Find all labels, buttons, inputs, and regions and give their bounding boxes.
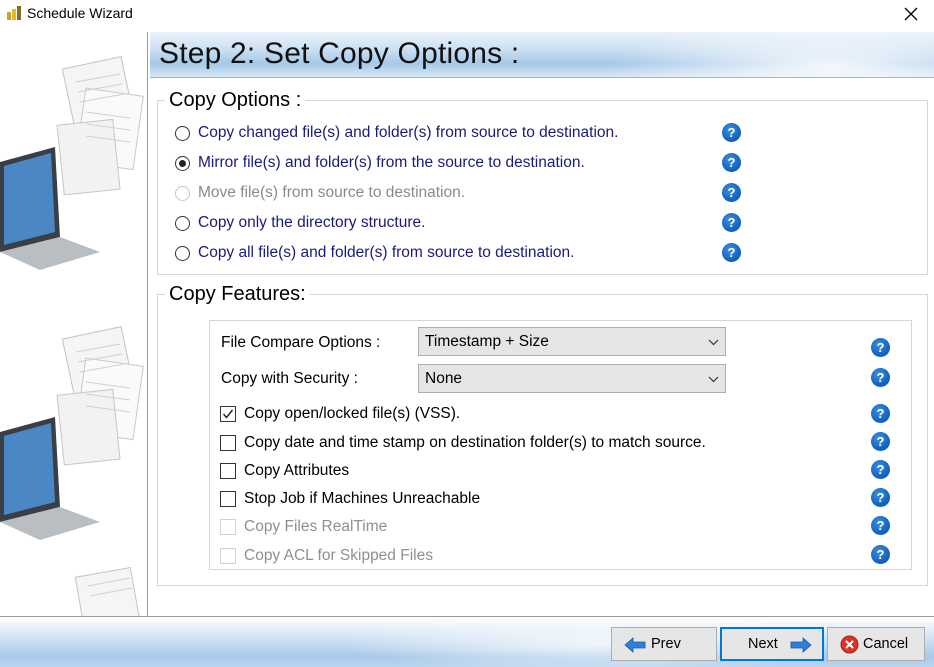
help-icon[interactable]: ? — [722, 123, 741, 142]
radio-label: Copy only the directory structure. — [198, 214, 426, 231]
wizard-wand-icon — [7, 6, 21, 20]
checkbox[interactable] — [220, 463, 236, 479]
checkbox-label: Copy date and time stamp on destination … — [244, 434, 706, 451]
next-label: Next — [748, 636, 778, 652]
help-icon[interactable]: ? — [871, 545, 890, 564]
cancel-icon — [840, 635, 859, 654]
chevron-down-icon — [708, 376, 719, 383]
check-copy-attributes[interactable]: Copy Attributes — [220, 461, 349, 481]
checkbox-label: Copy Attributes — [244, 462, 350, 479]
help-icon[interactable]: ? — [871, 488, 890, 507]
help-icon[interactable]: ? — [722, 243, 741, 262]
step-header: Step 2: Set Copy Options : — [150, 32, 934, 78]
help-icon[interactable]: ? — [871, 460, 890, 479]
security-label: Copy with Security : — [221, 370, 358, 387]
arrow-left-icon — [624, 637, 646, 653]
title-bar: Schedule Wizard — [0, 0, 934, 28]
checkmark-icon — [222, 409, 234, 419]
wizard-side-image — [0, 32, 148, 616]
laptop-illustration — [0, 326, 144, 540]
security-select[interactable]: None — [418, 364, 726, 393]
checkbox-label: Copy ACL for Skipped Files — [244, 547, 433, 564]
radio-label: Copy changed file(s) and folder(s) from … — [198, 124, 619, 141]
close-button[interactable] — [888, 0, 934, 28]
checkbox[interactable] — [220, 435, 236, 451]
close-icon — [904, 7, 918, 21]
checkbox[interactable] — [220, 491, 236, 507]
checkbox-checked[interactable] — [220, 406, 236, 422]
help-icon[interactable]: ? — [722, 153, 741, 172]
radio-label: Mirror file(s) and folder(s) from the so… — [198, 154, 585, 171]
chevron-down-icon — [708, 339, 719, 346]
radio-label: Move file(s) from source to destination. — [198, 184, 466, 201]
radio-directory-structure[interactable]: Copy only the directory structure. — [175, 212, 425, 234]
help-icon[interactable]: ? — [722, 213, 741, 232]
checkbox-disabled — [220, 519, 236, 535]
check-stop-job[interactable]: Stop Job if Machines Unreachable — [220, 489, 480, 509]
file-compare-select[interactable]: Timestamp + Size — [418, 327, 726, 356]
help-icon[interactable]: ? — [871, 338, 890, 357]
page-title: Step 2: Set Copy Options : — [159, 37, 520, 70]
radio-button[interactable] — [175, 245, 190, 261]
radio-button[interactable] — [175, 125, 190, 141]
security-value: None — [425, 370, 463, 387]
check-copy-open-locked[interactable]: Copy open/locked file(s) (VSS). — [220, 404, 460, 424]
copy-options-legend: Copy Options : — [165, 89, 306, 112]
radio-button[interactable] — [175, 215, 190, 231]
file-compare-value: Timestamp + Size — [425, 333, 549, 350]
file-compare-label: File Compare Options : — [221, 334, 381, 351]
paper-stack-illustration — [74, 567, 142, 616]
laptop-illustration — [0, 56, 144, 270]
help-icon[interactable]: ? — [722, 183, 741, 202]
checkbox-disabled — [220, 548, 236, 564]
cancel-label: Cancel — [863, 636, 909, 652]
cancel-button[interactable]: Cancel — [827, 627, 925, 661]
help-icon[interactable]: ? — [871, 368, 890, 387]
check-copy-realtime: Copy Files RealTime — [220, 517, 387, 537]
help-icon[interactable]: ? — [871, 516, 890, 535]
prev-label: Prev — [651, 636, 681, 652]
radio-move: Move file(s) from source to destination. — [175, 182, 465, 204]
radio-button-selected[interactable] — [175, 155, 190, 171]
check-copy-date-time[interactable]: Copy date and time stamp on destination … — [220, 433, 706, 453]
prev-button[interactable]: Prev — [611, 627, 717, 661]
radio-mirror[interactable]: Mirror file(s) and folder(s) from the so… — [175, 152, 585, 174]
radio-label: Copy all file(s) and folder(s) from sour… — [198, 244, 575, 261]
schedule-wizard-window: Schedule Wizard Step 2: Set Copy Options… — [0, 0, 934, 667]
radio-button-disabled — [175, 185, 190, 201]
check-copy-acl: Copy ACL for Skipped Files — [220, 546, 433, 566]
next-button[interactable]: Next — [720, 627, 824, 661]
checkbox-label: Copy Files RealTime — [244, 518, 388, 535]
radio-copy-changed[interactable]: Copy changed file(s) and folder(s) from … — [175, 122, 618, 144]
window-title: Schedule Wizard — [27, 5, 133, 21]
arrow-right-icon — [790, 637, 812, 653]
copy-features-legend: Copy Features: — [165, 283, 310, 306]
help-icon[interactable]: ? — [871, 404, 890, 423]
checkbox-label: Copy open/locked file(s) (VSS). — [244, 405, 461, 422]
help-icon[interactable]: ? — [871, 432, 890, 451]
checkbox-label: Stop Job if Machines Unreachable — [244, 490, 481, 507]
radio-copy-all[interactable]: Copy all file(s) and folder(s) from sour… — [175, 242, 574, 264]
